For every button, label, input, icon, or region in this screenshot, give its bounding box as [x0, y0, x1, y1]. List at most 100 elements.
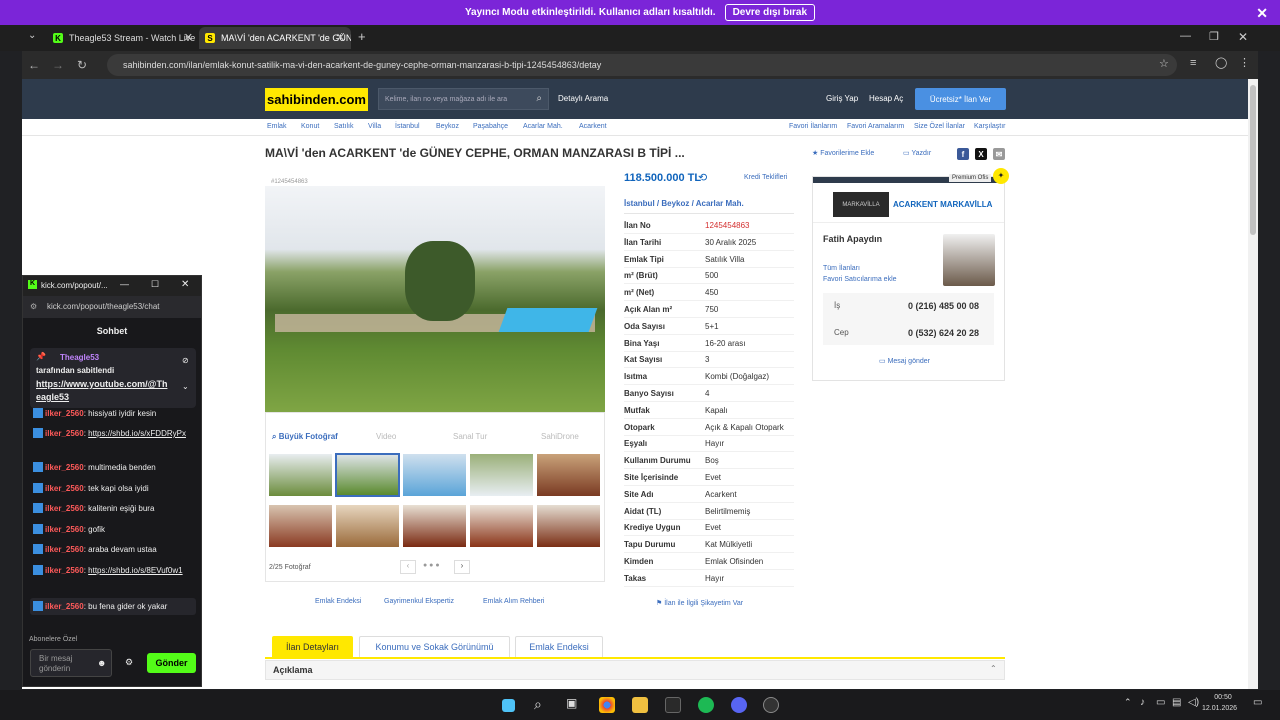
- new-tab-icon[interactable]: +: [358, 29, 366, 44]
- unpin-icon[interactable]: ⊘: [182, 356, 189, 365]
- thumbnail[interactable]: [469, 453, 534, 497]
- task-view-icon[interactable]: ▣: [566, 696, 577, 710]
- mail-icon[interactable]: ✉: [993, 148, 1005, 160]
- forward-icon[interactable]: →: [46, 58, 70, 72]
- expand-icon[interactable]: ⌄: [182, 382, 189, 391]
- emoji-icon[interactable]: ☻: [97, 658, 106, 668]
- breadcrumb-item[interactable]: İstanbul: [395, 123, 420, 130]
- thumbnail[interactable]: [536, 504, 601, 548]
- buying-guide-link[interactable]: Emlak Alım Rehberi: [483, 598, 544, 605]
- complaint-link[interactable]: ⚑ İlan ile İlgili Şikayetim Var: [656, 599, 743, 607]
- back-icon[interactable]: ←: [22, 58, 46, 72]
- breadcrumb-item[interactable]: Acarkent: [579, 123, 607, 130]
- tab-location[interactable]: Konumu ve Sokak Görünümü: [359, 636, 510, 658]
- listing-location[interactable]: İstanbul / Beykoz / Acarlar Mah.: [624, 199, 744, 208]
- chat-username[interactable]: ilker_2560: [45, 545, 84, 554]
- chat-username[interactable]: ilker_2560: [45, 504, 84, 513]
- breadcrumb-item[interactable]: Emlak: [267, 123, 286, 130]
- chat-text[interactable]: https://shbd.io/s/xFDDRyPx: [88, 429, 186, 438]
- profile-icon[interactable]: ◯: [1215, 56, 1227, 69]
- breadcrumb-item[interactable]: Konut: [301, 123, 319, 130]
- register-link[interactable]: Hesap Aç: [869, 94, 903, 103]
- office-name[interactable]: ACARKENT MARKAVİLLA: [893, 200, 992, 209]
- close-icon[interactable]: ✕: [1256, 5, 1268, 22]
- windows-start-icon[interactable]: [502, 699, 515, 712]
- bookmark-star-icon[interactable]: ☆: [1159, 57, 1169, 70]
- x-icon[interactable]: X: [975, 148, 987, 160]
- tab-sahibinden[interactable]: S MA\Vİ 'den ACARKENT 'de GÜNEY CEPHE ✕: [199, 27, 351, 49]
- main-listing-photo[interactable]: [265, 186, 605, 412]
- chat-username[interactable]: ilker_2560: [45, 566, 84, 575]
- appraisal-link[interactable]: Gayrimenkul Ekspertiz: [384, 598, 454, 605]
- tray-chevron-icon[interactable]: ⌃: [1124, 697, 1132, 708]
- compare-link[interactable]: Karşılaştır: [974, 123, 1006, 130]
- store-icon[interactable]: [665, 697, 681, 713]
- close-icon[interactable]: ✕: [181, 279, 189, 290]
- breadcrumb-item[interactable]: Beykoz: [436, 123, 459, 130]
- next-photo-icon[interactable]: ›: [454, 560, 470, 574]
- thumbnail[interactable]: [402, 453, 467, 497]
- favorite-searches-link[interactable]: Favori Aramalarım: [847, 123, 904, 130]
- site-logo[interactable]: sahibinden.com: [265, 88, 368, 111]
- breadcrumb-item[interactable]: Paşabahçe: [473, 123, 508, 130]
- disable-streamer-mode-button[interactable]: Devre dışı bırak: [724, 4, 816, 21]
- minimize-icon[interactable]: —: [1180, 30, 1191, 42]
- minimize-icon[interactable]: —: [120, 279, 129, 289]
- reload-icon[interactable]: ↻: [70, 58, 94, 72]
- work-phone[interactable]: 0 (216) 485 00 08: [908, 301, 979, 311]
- thumbnail[interactable]: [268, 453, 333, 497]
- credit-offers-link[interactable]: Kredi Teklifleri: [744, 174, 787, 181]
- facebook-icon[interactable]: f: [957, 148, 969, 160]
- settings-icon[interactable]: ⚙: [125, 657, 133, 668]
- breadcrumb-item[interactable]: Satılık: [334, 123, 353, 130]
- housing-index-link[interactable]: Emlak Endeksi: [315, 598, 361, 605]
- collapse-icon[interactable]: ⌃: [990, 664, 997, 673]
- thumbnail[interactable]: [402, 504, 467, 548]
- file-explorer-icon[interactable]: [632, 697, 648, 713]
- post-ad-button[interactable]: Ücretsiz* İlan Ver: [915, 88, 1006, 110]
- page-scrollbar[interactable]: [1248, 79, 1258, 689]
- special-listings-link[interactable]: Size Özel İlanlar: [914, 123, 965, 130]
- menu-icon[interactable]: ⋮: [1239, 56, 1250, 69]
- tray-app-icon[interactable]: ▭: [1156, 697, 1165, 708]
- clock-date[interactable]: 12.01.2026: [1202, 705, 1237, 712]
- breadcrumb-item[interactable]: Acarlar Mah.: [523, 123, 563, 130]
- chat-username[interactable]: ilker_2560: [45, 602, 84, 611]
- site-info-icon[interactable]: ⚙: [30, 302, 37, 311]
- favorite-seller-link[interactable]: Favori Satıcılarıma ekle: [823, 276, 897, 283]
- tab-search-icon[interactable]: ⌄: [28, 30, 36, 41]
- chat-username[interactable]: ilker_2560: [45, 463, 84, 472]
- chrome-icon[interactable]: [599, 697, 615, 713]
- thumbnail-selected[interactable]: [335, 453, 400, 497]
- scrollbar-thumb[interactable]: [1250, 85, 1256, 235]
- video-tab[interactable]: Video: [376, 432, 396, 441]
- notifications-icon[interactable]: ▭: [1253, 697, 1262, 708]
- mic-icon[interactable]: ♪: [1140, 697, 1145, 708]
- maximize-icon[interactable]: ❐: [1209, 30, 1219, 43]
- favorite-listings-link[interactable]: Favori İlanlarım: [789, 123, 837, 130]
- chat-text[interactable]: https://shbd.io/s/8EVuf0w1: [88, 566, 182, 575]
- discord-icon[interactable]: [731, 697, 747, 713]
- send-button[interactable]: Gönder: [147, 653, 196, 673]
- chat-input[interactable]: Bir mesaj gönderin ☻: [30, 649, 112, 677]
- all-ads-link[interactable]: Tüm İlanları: [823, 265, 860, 272]
- add-favorite-link[interactable]: ★ Favorilerime Ekle: [812, 149, 874, 157]
- search-icon[interactable]: ⌕: [536, 93, 542, 104]
- thumbnail[interactable]: [268, 504, 333, 548]
- media-icon[interactable]: ≡: [1190, 57, 1196, 69]
- url-field[interactable]: sahibinden.com/ilan/emlak-konut-satilik-…: [107, 54, 1177, 76]
- virtual-tour-tab[interactable]: Sanal Tur: [453, 432, 487, 441]
- office-logo[interactable]: MARKAVİLLA: [833, 192, 889, 217]
- maximize-icon[interactable]: ☐: [151, 279, 159, 290]
- site-search-input[interactable]: Kelime, ilan no veya mağaza adı ile ara …: [378, 88, 549, 110]
- search-icon[interactable]: ⌕: [534, 696, 542, 713]
- tab-housing-index[interactable]: Emlak Endeksi: [515, 636, 603, 658]
- detailed-search-link[interactable]: Detaylı Arama: [558, 94, 608, 103]
- chat-username[interactable]: ilker_2560: [45, 409, 84, 418]
- pinned-user[interactable]: Theagle53: [60, 353, 99, 362]
- drone-tab[interactable]: SahiDrone: [541, 432, 579, 441]
- pinned-link[interactable]: https://www.youtube.com/@Theagle53: [36, 378, 172, 404]
- chat-username[interactable]: ilker_2560: [45, 525, 84, 534]
- thumbnail[interactable]: [335, 504, 400, 548]
- tab-listing-details[interactable]: İlan Detayları: [272, 636, 353, 658]
